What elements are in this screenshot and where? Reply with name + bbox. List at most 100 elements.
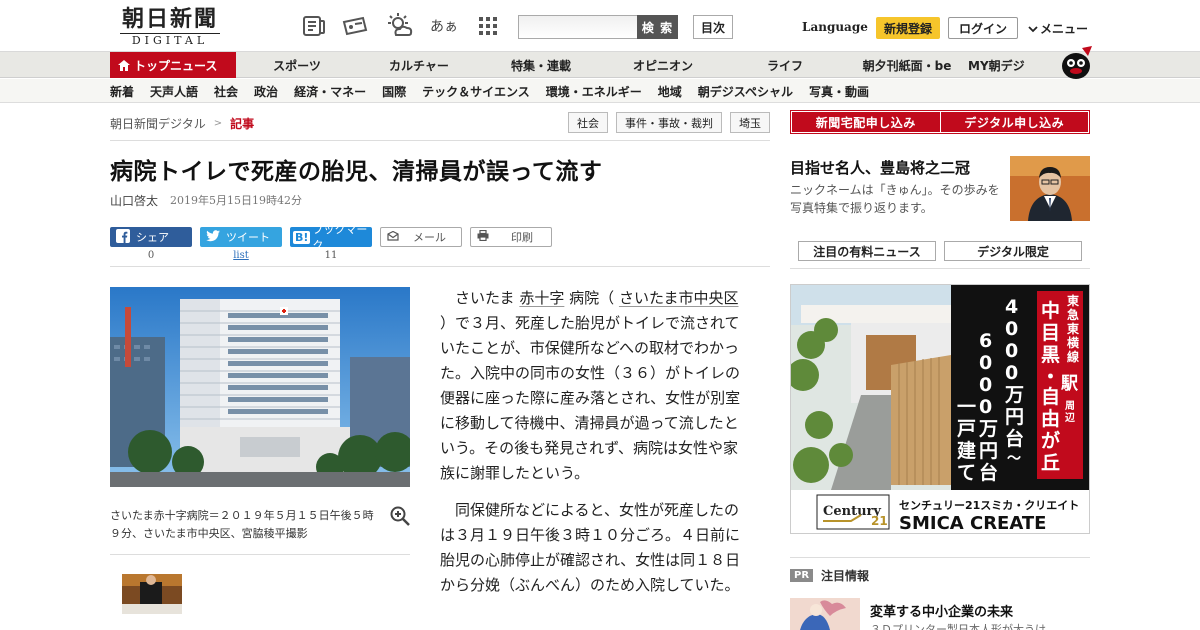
pr-description: ３Ｄプリンター製日本人形が大うけ	[870, 623, 1046, 630]
divider	[790, 268, 1090, 269]
svg-text:万: 万	[1004, 384, 1024, 406]
keyword-link[interactable]: 赤十字	[519, 289, 564, 307]
text-run: 病院（	[569, 289, 615, 307]
hatena-bookmark-button[interactable]: B! ブックマーク	[290, 223, 372, 252]
svg-text:丘: 丘	[1041, 452, 1060, 474]
divider	[110, 140, 770, 141]
tag-incidents[interactable]: 事件・事故・裁判	[616, 112, 722, 133]
facebook-count: 0	[147, 250, 155, 261]
register-button[interactable]: 新規登録	[876, 17, 940, 39]
facebook-share-button[interactable]: シェア	[110, 227, 192, 247]
svg-text:自: 自	[1041, 385, 1060, 408]
svg-text:横: 横	[1067, 335, 1080, 350]
zoom-in-icon[interactable]	[390, 506, 410, 526]
subnav-item[interactable]: 国際	[374, 79, 414, 103]
weather-icon[interactable]	[386, 13, 414, 39]
tab-paid-news[interactable]: 注目の有料ニュース	[798, 241, 936, 261]
pr-badge: PR	[790, 569, 814, 582]
svg-text:黒: 黒	[1041, 344, 1060, 366]
language-link[interactable]: Language	[802, 20, 868, 34]
search-input[interactable]	[518, 15, 638, 39]
article-paragraph: さいたま 赤十字 病院（ さいたま市中央区 ）で３月、死産した胎児がトイレで流さ…	[440, 286, 750, 486]
svg-text:駅: 駅	[1060, 374, 1079, 394]
twitter-list-link[interactable]: list	[233, 250, 249, 261]
related-thumbnail[interactable]	[122, 574, 182, 614]
print-icon	[477, 229, 489, 244]
subnav-item[interactable]: 朝デジスペシャル	[690, 79, 801, 103]
text-run: さいたま	[455, 289, 515, 307]
index-button[interactable]: 目次	[693, 15, 733, 39]
subnav-item[interactable]: 環境・エネルギー	[538, 79, 650, 103]
apps-grid-icon[interactable]	[474, 13, 502, 39]
breadcrumb: 朝日新聞デジタル > 記事	[110, 115, 254, 132]
nav-item-top-news[interactable]: トップニュース	[110, 52, 236, 78]
print-label: 印刷	[511, 231, 533, 244]
svg-text:円: 円	[979, 440, 998, 462]
digital-subscribe-button[interactable]: デジタル申し込み	[940, 112, 1088, 132]
nav-item-print-edition[interactable]: 朝夕刊紙面・be	[846, 52, 968, 78]
hatena-icon: B!	[293, 230, 311, 244]
newspaper-subscribe-button[interactable]: 新聞宅配申し込み	[792, 112, 940, 132]
svg-text:急: 急	[1067, 307, 1079, 322]
article-body: さいたま 赤十字 病院（ さいたま市中央区 ）で３月、死産した胎児がトイレで流さ…	[440, 286, 750, 610]
svg-text:戸: 戸	[957, 418, 976, 440]
nav-item-features[interactable]: 特集・連載	[480, 52, 602, 78]
feature-photo[interactable]	[1010, 156, 1090, 221]
svg-text:0: 0	[979, 396, 992, 418]
advertisement[interactable]: 東急東横線 中目黒・自由が丘 駅 周辺 4 0 0 0 万円台〜 6000万円台 一戸建…	[790, 284, 1090, 534]
subnav-item[interactable]: 新着	[110, 79, 142, 103]
svg-text:0: 0	[979, 352, 992, 374]
menu-button[interactable]: メニュー	[1028, 20, 1088, 37]
breadcrumb-home[interactable]: 朝日新聞デジタル	[110, 115, 206, 132]
mail-share-button[interactable]: メール	[380, 227, 462, 247]
feature-title[interactable]: 目指せ名人、豊島将之二冠	[790, 157, 970, 178]
article-photo[interactable]	[110, 287, 410, 487]
svg-text:周: 周	[1065, 400, 1075, 412]
svg-text:台: 台	[1005, 427, 1024, 450]
tag-saitama[interactable]: 埼玉	[730, 112, 770, 133]
pr-thumbnail[interactable]	[790, 598, 860, 630]
svg-text:0: 0	[979, 374, 992, 396]
twitter-share-label: ツイート	[226, 231, 270, 244]
subnav-item[interactable]: 地域	[650, 79, 690, 103]
nav-item-culture[interactable]: カルチャー	[358, 52, 480, 78]
tag-society[interactable]: 社会	[568, 112, 608, 133]
font-size-icon[interactable]: あぁ	[430, 13, 458, 39]
search-button[interactable]: 検 索	[637, 15, 678, 39]
subscribe-box: 新聞宅配申し込み デジタル申し込み	[790, 110, 1090, 134]
print-button[interactable]: 印刷	[470, 227, 552, 247]
svg-text:由: 由	[1041, 407, 1060, 430]
subnav-item[interactable]: 政治	[246, 79, 286, 103]
subnav-item[interactable]: 写真・動画	[801, 79, 877, 103]
subnav-item[interactable]: テック＆サイエンス	[414, 79, 538, 103]
logo-main-text: 朝日新聞	[121, 6, 218, 32]
main-nav: トップニュース スポーツ カルチャー 特集・連載 オピニオン ライフ 朝夕刊紙面…	[0, 52, 1200, 78]
newspaper-icon[interactable]	[300, 13, 328, 39]
subnav-item[interactable]: 経済・マネー	[286, 79, 374, 103]
tab-digital-only[interactable]: デジタル限定	[944, 241, 1082, 261]
login-button[interactable]: ログイン	[948, 17, 1018, 39]
text-run: ）で３月、死産した胎児がトイレで流されていたことが、市保健所などへの取材でわかっ…	[440, 314, 741, 482]
nav-item-opinion[interactable]: オピニオン	[602, 52, 724, 78]
subnav-item[interactable]: 社会	[206, 79, 246, 103]
home-icon	[118, 59, 130, 71]
coupon-icon[interactable]	[341, 13, 369, 39]
subnav-item[interactable]: 天声人語	[142, 79, 206, 103]
svg-text:線: 線	[1067, 349, 1079, 364]
hatena-bookmark-label: ブックマーク	[312, 223, 368, 252]
svg-text:辺: 辺	[1065, 412, 1075, 424]
svg-text:東: 東	[1067, 321, 1079, 336]
article-tags: 社会 事件・事故・裁判 埼玉	[568, 112, 770, 133]
keyword-link[interactable]: さいたま市中央区	[619, 289, 739, 307]
site-logo[interactable]: 朝日新聞 DIGITAL	[114, 6, 226, 48]
nav-item-sports[interactable]: スポーツ	[236, 52, 358, 78]
mascot-icon[interactable]	[1058, 44, 1094, 80]
svg-text:円: 円	[1005, 406, 1024, 428]
svg-text:万: 万	[978, 418, 998, 440]
pr-heading-label: 注目情報	[821, 569, 870, 583]
twitter-share-button[interactable]: ツイート	[200, 227, 282, 247]
nav-item-life[interactable]: ライフ	[724, 52, 846, 78]
photo-caption: さいたま赤十字病院＝２０１９年５月１５日午後５時９分、さいたま市中央区、宮脇稜平…	[110, 509, 374, 540]
breadcrumb-current: 記事	[230, 117, 255, 131]
pr-title[interactable]: 変革する中小企業の未来	[870, 601, 1013, 620]
